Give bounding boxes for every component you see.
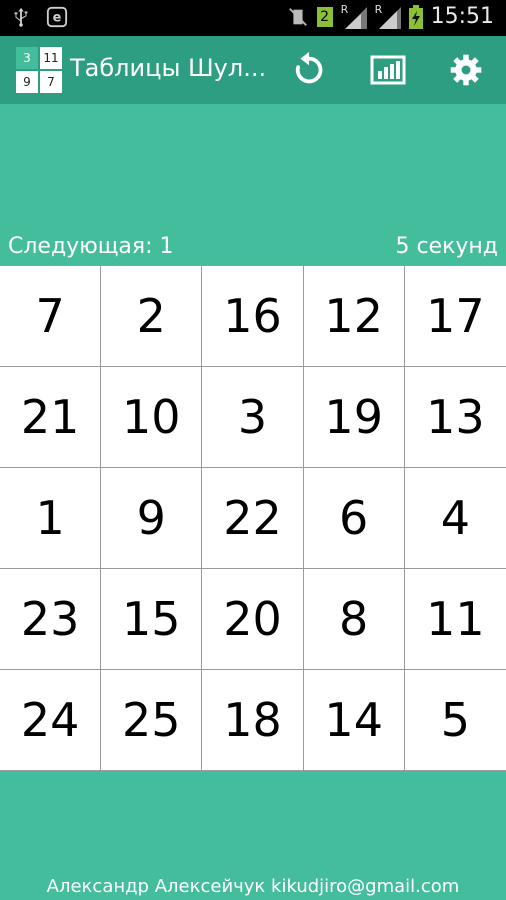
table-cell[interactable]: 7: [0, 266, 102, 367]
logo-cell: 11: [40, 47, 62, 69]
table-cell[interactable]: 14: [303, 670, 405, 771]
logo-cell: 9: [16, 71, 38, 93]
status-bar: e 2 R R 15:51: [0, 0, 506, 36]
vibrate-muted-icon: [288, 7, 307, 26]
settings-button[interactable]: [446, 50, 486, 90]
statistics-button[interactable]: [368, 50, 408, 90]
table-cell[interactable]: 9: [101, 468, 203, 569]
svg-text:e: e: [53, 11, 62, 26]
table-cell[interactable]: 19: [303, 367, 405, 468]
table-cell[interactable]: 1: [0, 468, 102, 569]
refresh-button[interactable]: [289, 50, 329, 90]
table-cell[interactable]: 8: [303, 569, 405, 670]
table-cell[interactable]: 16: [202, 266, 304, 367]
timer-label: 5 секунд: [395, 234, 498, 259]
table-cell[interactable]: 4: [404, 468, 506, 569]
info-row: Следующая: 1 5 секунд: [0, 234, 506, 264]
browser-e-icon: e: [46, 6, 68, 28]
table-cell[interactable]: 3: [202, 367, 304, 468]
table-cell[interactable]: 23: [0, 569, 102, 670]
battery-charging-icon: [408, 4, 423, 29]
table-cell[interactable]: 20: [202, 569, 304, 670]
usb-icon: [14, 7, 28, 27]
app-title: Таблицы Шул...: [70, 54, 267, 82]
table-cell[interactable]: 10: [101, 367, 203, 468]
table-cell[interactable]: 11: [404, 569, 506, 670]
table-cell[interactable]: 2: [101, 266, 203, 367]
gear-icon: [450, 54, 482, 86]
status-bar-left: e: [10, 6, 68, 28]
table-cell[interactable]: 6: [303, 468, 405, 569]
app-bar: 3 11 9 7 Таблицы Шул...: [0, 36, 506, 104]
refresh-icon: [295, 51, 323, 84]
table-cell[interactable]: 12: [303, 266, 405, 367]
table-cell[interactable]: 5: [404, 670, 506, 771]
table-cell[interactable]: 13: [404, 367, 506, 468]
sim-badge: 2: [316, 6, 333, 27]
logo-cell: 7: [40, 71, 62, 93]
app-logo: 3 11 9 7: [16, 47, 62, 93]
table-cell[interactable]: 24: [0, 670, 102, 771]
status-bar-right: 2 R R 15:51: [287, 3, 494, 29]
signal-icon-2: R: [375, 3, 401, 29]
bar-chart-icon: [370, 55, 406, 85]
table-cell[interactable]: 25: [101, 670, 203, 771]
logo-cell: 3: [16, 47, 38, 69]
table-cell[interactable]: 18: [202, 670, 304, 771]
table-cell[interactable]: 15: [101, 569, 203, 670]
next-number-label: Следующая: 1: [8, 234, 174, 259]
status-time: 15:51: [430, 4, 494, 29]
signal-icon-1: R: [341, 3, 367, 29]
schulte-table: 7 2 16 12 17 21 10 3 19 13 1 9 22 6 4 23…: [0, 265, 506, 771]
table-cell[interactable]: 22: [202, 468, 304, 569]
table-cell[interactable]: 17: [404, 266, 506, 367]
table-cell[interactable]: 21: [0, 367, 102, 468]
author-credit: Александр Алексейчук kikudjiro@gmail.com: [46, 876, 460, 897]
